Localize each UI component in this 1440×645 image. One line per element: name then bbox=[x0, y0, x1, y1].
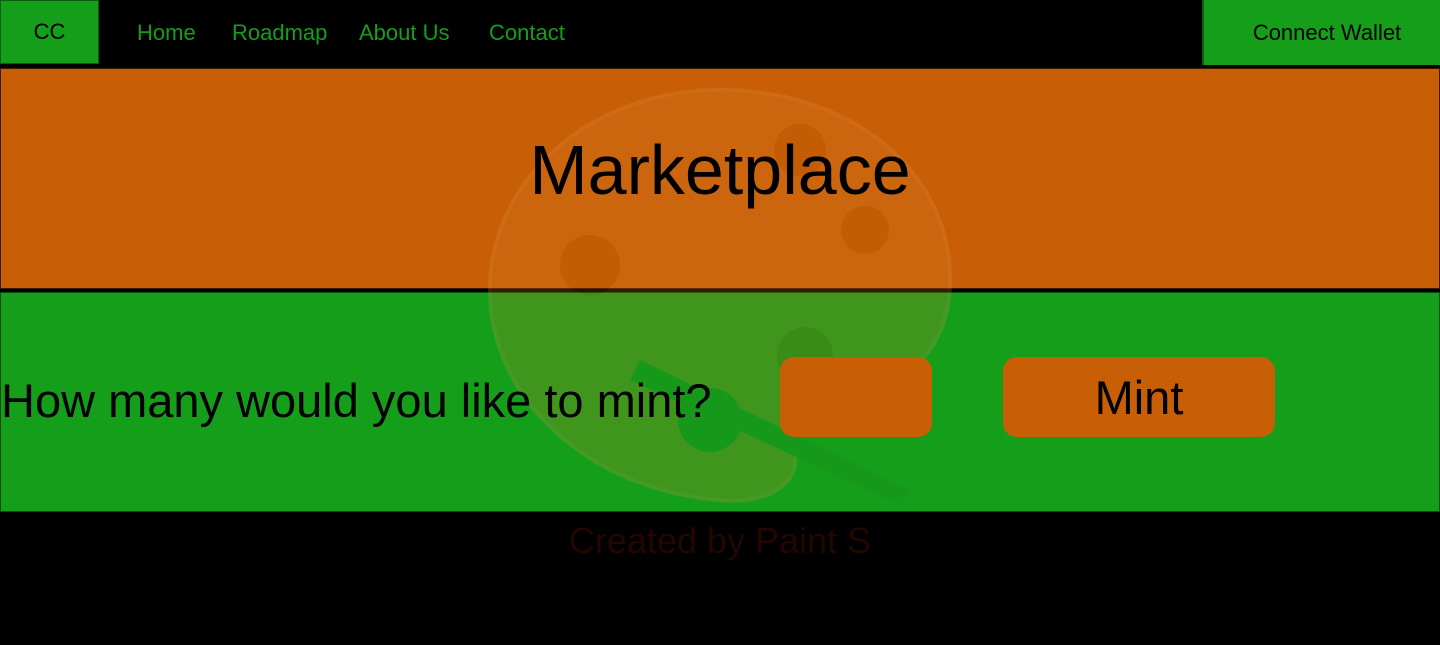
nav-link-contact[interactable]: Contact bbox=[489, 0, 565, 66]
logo[interactable]: CC bbox=[0, 0, 99, 64]
mint-question-label: How many would you like to mint? bbox=[1, 374, 712, 427]
nav-link-about-us[interactable]: About Us bbox=[359, 0, 450, 66]
mint-section: How many would you like to mint? Mint bbox=[0, 292, 1440, 512]
top-nav: CC Home Roadmap About Us Contact Connect… bbox=[0, 0, 1440, 66]
mint-quantity-input[interactable] bbox=[780, 357, 932, 437]
footer-credit: Created by Paint S bbox=[568, 520, 872, 561]
page-title: Marketplace bbox=[529, 130, 911, 209]
nav-link-home[interactable]: Home bbox=[137, 0, 196, 66]
nav-link-roadmap[interactable]: Roadmap bbox=[232, 0, 327, 66]
page: CC Home Roadmap About Us Contact Connect… bbox=[0, 0, 1440, 645]
hero-section: Marketplace bbox=[0, 68, 1440, 289]
connect-wallet-button[interactable]: Connect Wallet bbox=[1202, 0, 1440, 65]
mint-button[interactable]: Mint bbox=[1003, 357, 1275, 437]
footer: Created by Paint S bbox=[0, 512, 1440, 645]
